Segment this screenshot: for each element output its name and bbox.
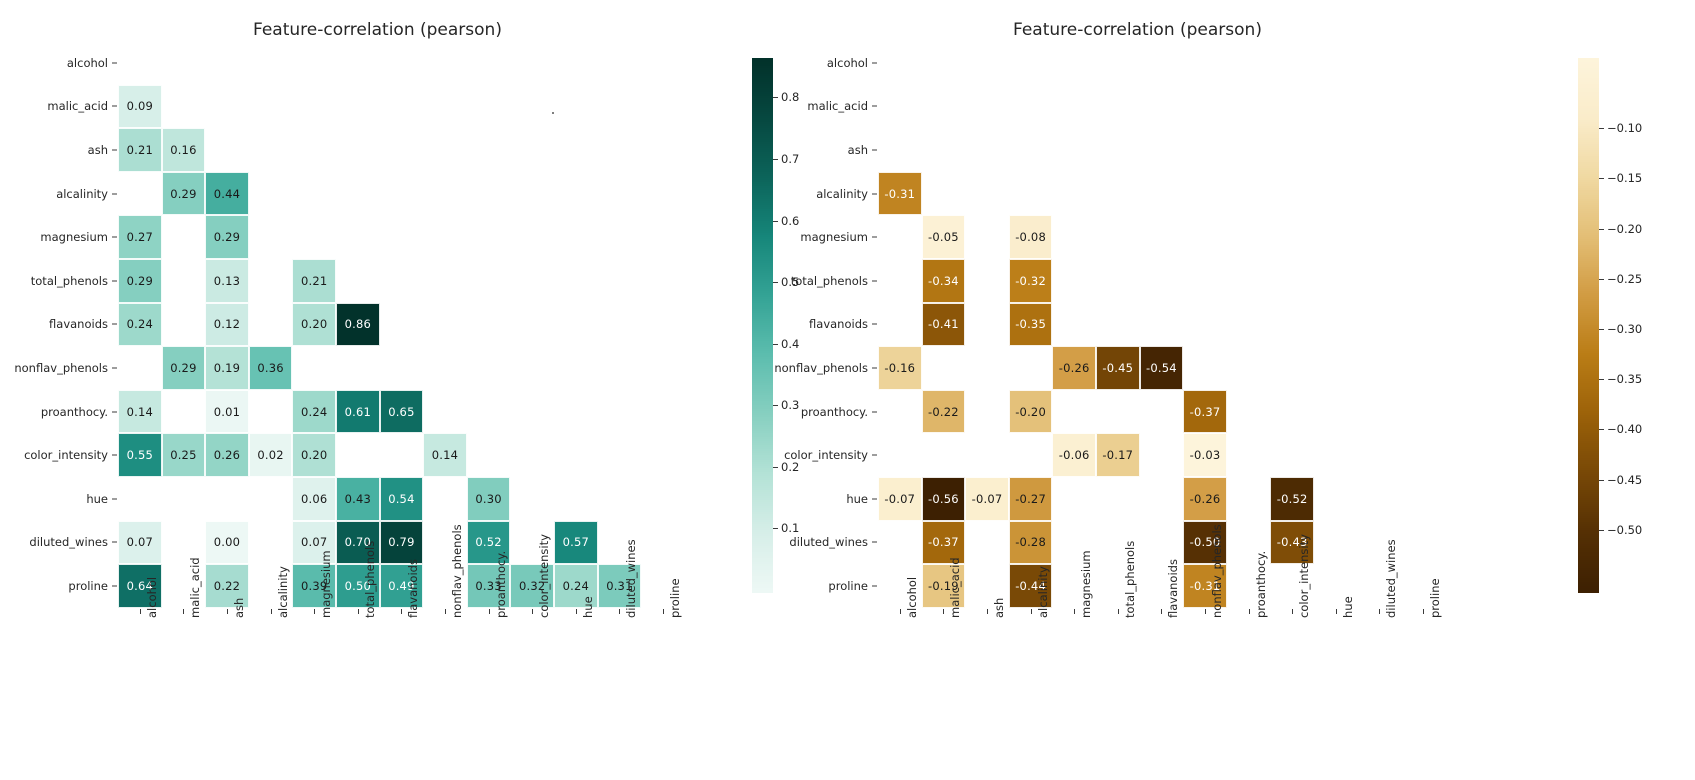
x-axis-label: total_phenols bbox=[1122, 540, 1137, 618]
heatmap-cell: -0.26 bbox=[1052, 346, 1096, 390]
x-axis-tick bbox=[1074, 608, 1076, 614]
x-axis-label: ash bbox=[992, 597, 1006, 618]
x-axis-label: proline bbox=[1428, 578, 1442, 618]
heatmap-cell: -0.45 bbox=[1096, 346, 1140, 390]
x-axis-label: color_intensity bbox=[1297, 533, 1312, 618]
colorbar-tick-label: −0.50 bbox=[1607, 522, 1643, 537]
y-axis-tick bbox=[872, 193, 877, 195]
y-axis-label: proline bbox=[828, 579, 868, 593]
colorbar-tick-label: −0.20 bbox=[1607, 221, 1643, 236]
colorbar-tick-label: −0.30 bbox=[1607, 322, 1643, 337]
y-axis-label: proanthocy. bbox=[800, 404, 868, 419]
heatmap-cell: -0.20 bbox=[1008, 389, 1053, 434]
x-axis-tick bbox=[1248, 608, 1250, 614]
x-axis-tick bbox=[1117, 608, 1119, 614]
colorbar-segment bbox=[1578, 590, 1599, 593]
heatmap-cell: -0.52 bbox=[1270, 477, 1314, 521]
colorbar-tick-label: −0.35 bbox=[1607, 372, 1643, 387]
colorbar-tick bbox=[1599, 329, 1604, 331]
y-axis-tick bbox=[872, 585, 877, 587]
heatmap-cell: -0.28 bbox=[1008, 520, 1053, 565]
y-axis-label: flavanoids bbox=[809, 317, 868, 332]
x-axis-tick bbox=[899, 608, 901, 614]
y-axis-label: alcohol bbox=[826, 55, 868, 70]
y-axis-tick bbox=[872, 149, 877, 151]
colorbar-tick bbox=[1599, 178, 1604, 180]
x-axis-tick bbox=[1335, 608, 1337, 614]
x-axis-label: alcalinity bbox=[1035, 565, 1050, 618]
x-axis-label: alcohol bbox=[904, 576, 919, 618]
heatmap-cell: -0.54 bbox=[1139, 346, 1184, 390]
y-axis-tick bbox=[872, 541, 877, 543]
colorbar-tick-label: −0.25 bbox=[1607, 271, 1643, 286]
y-axis-label: hue bbox=[846, 491, 868, 506]
heatmap-cell: -0.41 bbox=[921, 302, 966, 347]
y-axis-tick bbox=[872, 498, 877, 500]
heatmap-cell: -0.56 bbox=[921, 477, 966, 521]
x-axis-tick bbox=[987, 608, 988, 614]
colorbar-tick-label: −0.15 bbox=[1607, 171, 1643, 186]
x-axis-label: nonflav_phenols bbox=[1210, 524, 1224, 618]
heatmap-panel-negative: Feature-correlation (pearson) -0.31 -0.05… bbox=[0, 0, 1695, 780]
colorbar-tick-label: −0.45 bbox=[1607, 472, 1643, 487]
x-axis-tick bbox=[1161, 608, 1163, 614]
y-axis-tick bbox=[872, 62, 877, 64]
x-axis-tick bbox=[1423, 608, 1424, 614]
colorbar-tick bbox=[1599, 429, 1604, 431]
y-axis-tick bbox=[872, 411, 877, 413]
x-axis-tick bbox=[1030, 608, 1032, 614]
heatmap-cell: -0.05 bbox=[921, 215, 966, 259]
heatmap-cell: -0.03 bbox=[1183, 433, 1227, 477]
colorbar-tick bbox=[1599, 278, 1604, 280]
heatmap-cell: -0.32 bbox=[1008, 259, 1053, 303]
y-axis-label: alcalinity bbox=[816, 186, 868, 201]
y-axis-tick bbox=[872, 367, 877, 369]
y-axis-tick bbox=[872, 280, 877, 282]
x-axis-tick bbox=[1292, 608, 1294, 614]
y-axis-label: malic_acid bbox=[807, 99, 868, 114]
y-axis-tick bbox=[872, 105, 877, 107]
y-axis-label: magnesium bbox=[800, 230, 868, 245]
y-axis-label: ash bbox=[847, 143, 868, 157]
heatmap-cell: -0.07 bbox=[878, 477, 922, 521]
heatmap-cell: -0.27 bbox=[1008, 477, 1053, 521]
heatmap-cell: -0.07 bbox=[965, 477, 1009, 521]
heatmap-cell: -0.08 bbox=[1008, 215, 1053, 259]
x-axis-label: flavanoids bbox=[1166, 558, 1181, 618]
heatmap-cell: -0.17 bbox=[1096, 433, 1140, 477]
y-axis-label: nonflav_phenols bbox=[774, 361, 868, 375]
y-axis-label: total_phenols bbox=[790, 273, 868, 288]
x-axis-label: proanthocy. bbox=[1253, 550, 1268, 618]
x-axis-tick bbox=[1379, 608, 1381, 614]
y-axis-tick bbox=[872, 323, 877, 325]
x-axis-label: diluted_wines bbox=[1384, 539, 1399, 618]
colorbar-tick bbox=[1599, 228, 1604, 230]
colorbar-tick-label: −0.10 bbox=[1607, 121, 1643, 136]
x-axis-label: hue bbox=[1340, 596, 1355, 618]
colorbar-tick bbox=[1599, 128, 1604, 130]
heatmap-cell: -0.37 bbox=[1183, 389, 1227, 434]
colorbar-tick bbox=[1599, 529, 1604, 531]
colorbar-2 bbox=[1578, 58, 1599, 593]
y-axis-label: color_intensity bbox=[784, 448, 868, 463]
heatmap-cell: -0.22 bbox=[921, 389, 966, 434]
heatmap-cell: -0.16 bbox=[878, 346, 922, 390]
y-axis-label: diluted_wines bbox=[789, 535, 868, 550]
panel-2-title: Feature-correlation (pearson) bbox=[1013, 20, 1262, 40]
y-axis-tick bbox=[872, 236, 877, 238]
colorbar-tick bbox=[1599, 379, 1604, 381]
heatmap-cell: -0.34 bbox=[921, 259, 966, 303]
heatmap-cell: -0.35 bbox=[1008, 302, 1053, 347]
x-axis-tick bbox=[943, 608, 945, 614]
colorbar-tick-label: −0.40 bbox=[1607, 422, 1643, 437]
y-axis-tick bbox=[872, 454, 877, 456]
x-axis-label: malic_acid bbox=[948, 557, 963, 618]
x-axis-tick bbox=[1205, 608, 1206, 614]
heatmap-cell: -0.06 bbox=[1052, 433, 1096, 477]
heatmap-cell: -0.26 bbox=[1183, 477, 1227, 521]
x-axis-label: magnesium bbox=[1079, 550, 1094, 618]
colorbar-tick bbox=[1599, 479, 1604, 481]
heatmap-cell: -0.31 bbox=[878, 171, 922, 216]
